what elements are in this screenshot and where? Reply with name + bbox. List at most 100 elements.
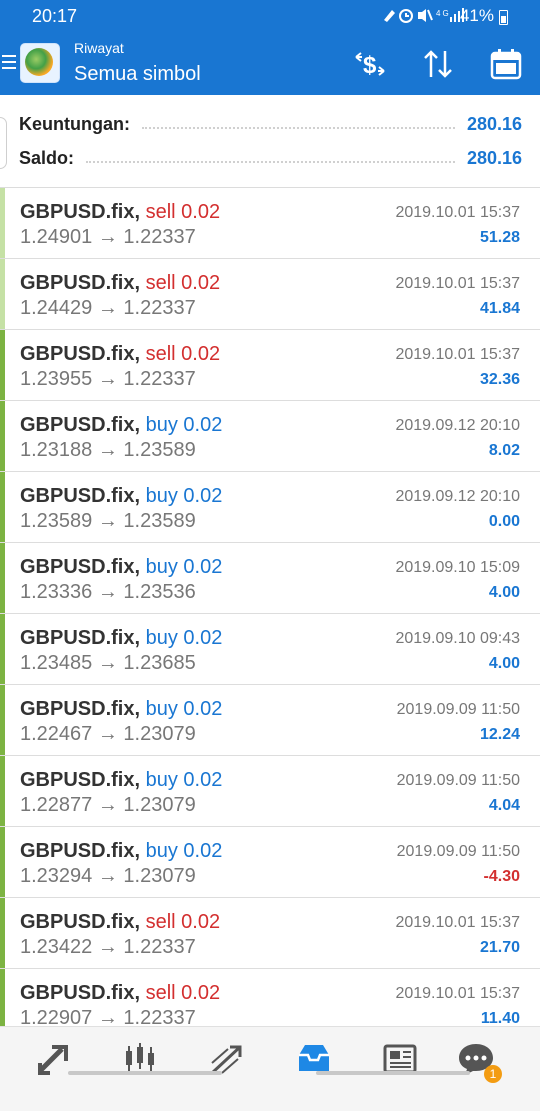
trade-row[interactable]: GBPUSD.fix, buy 0.02 1.22467 → 1.23079 201… bbox=[0, 685, 540, 756]
trade-profit: 51.28 bbox=[479, 229, 520, 246]
trade-symbol-line: GBPUSD.fix, sell 0.02 bbox=[20, 982, 220, 1005]
trade-row[interactable]: GBPUSD.fix, buy 0.02 1.23336 → 1.23536 201… bbox=[0, 543, 540, 614]
trade-profit: 4.04 bbox=[488, 797, 520, 814]
open-price: 1.23422 bbox=[20, 936, 93, 958]
trade-symbol-line: GBPUSD.fix, buy 0.02 bbox=[20, 840, 222, 863]
trade-type-lot: buy 0.02 bbox=[145, 485, 223, 507]
close-price: 1.23079 bbox=[123, 723, 196, 745]
open-price: 1.23485 bbox=[20, 652, 93, 674]
summary-panel: Keuntungan: 280.16 Saldo: 280.16 bbox=[0, 95, 540, 188]
trade-symbol: GBPUSD.fix, bbox=[20, 556, 141, 578]
close-price: 1.23079 bbox=[123, 865, 196, 887]
trade-date: 2019.09.10 15:09 bbox=[395, 559, 520, 576]
trade-date: 2019.10.01 15:37 bbox=[395, 275, 520, 292]
gesture-bar-right bbox=[316, 1071, 470, 1075]
trade-profit: 12.24 bbox=[479, 726, 520, 743]
trade-type-lot: buy 0.02 bbox=[145, 840, 223, 862]
trade-edge-marker bbox=[0, 898, 5, 968]
trade-profit: 4.00 bbox=[488, 655, 520, 672]
gesture-bar-left bbox=[68, 1071, 222, 1075]
trade-symbol: GBPUSD.fix, bbox=[20, 627, 141, 649]
trade-edge-marker bbox=[0, 614, 5, 684]
open-price: 1.23336 bbox=[20, 581, 93, 603]
close-price: 1.23589 bbox=[123, 510, 196, 532]
trade-edge-marker bbox=[0, 756, 5, 826]
trade-symbol: GBPUSD.fix, bbox=[20, 698, 141, 720]
trade-row[interactable]: GBPUSD.fix, buy 0.02 1.23589 → 1.23589 201… bbox=[0, 472, 540, 543]
arrow-right-icon: → bbox=[97, 865, 118, 887]
trade-symbol-line: GBPUSD.fix, sell 0.02 bbox=[20, 201, 220, 224]
menu-icon[interactable] bbox=[2, 55, 16, 69]
arrow-right-icon: → bbox=[97, 226, 118, 248]
trade-symbol-line: GBPUSD.fix, sell 0.02 bbox=[20, 343, 220, 366]
trade-row[interactable]: GBPUSD.fix, sell 0.02 1.23955 → 1.22337 20… bbox=[0, 330, 540, 401]
balance-value: 280.16 bbox=[466, 147, 522, 168]
calendar-icon[interactable] bbox=[486, 47, 526, 81]
trade-type-lot: buy 0.02 bbox=[145, 627, 223, 649]
trade-row[interactable]: GBPUSD.fix, buy 0.02 1.22877 → 1.23079 201… bbox=[0, 756, 540, 827]
close-price: 1.22337 bbox=[123, 226, 196, 248]
messages-badge: 1 bbox=[484, 1065, 502, 1083]
trade-symbol: GBPUSD.fix, bbox=[20, 343, 141, 365]
trade-date: 2019.10.01 15:37 bbox=[395, 985, 520, 1002]
trade-type-lot: sell 0.02 bbox=[145, 201, 221, 223]
close-price: 1.23685 bbox=[123, 652, 196, 674]
sort-icon[interactable] bbox=[418, 47, 458, 81]
open-price: 1.22877 bbox=[20, 794, 93, 816]
trade-edge-marker bbox=[0, 827, 5, 897]
trade-list: GBPUSD.fix, sell 0.02 1.24901 → 1.22337 20… bbox=[0, 188, 540, 1040]
arrow-right-icon: → bbox=[97, 297, 118, 319]
trade-profit: 0.00 bbox=[488, 513, 520, 530]
open-price: 1.23589 bbox=[20, 510, 93, 532]
trade-symbol-line: GBPUSD.fix, buy 0.02 bbox=[20, 414, 222, 437]
trade-row[interactable]: GBPUSD.fix, sell 0.02 1.24901 → 1.22337 20… bbox=[0, 188, 540, 259]
battery-icon bbox=[499, 10, 508, 25]
currency-filter-icon[interactable]: $ bbox=[350, 47, 390, 81]
trade-row[interactable]: GBPUSD.fix, buy 0.02 1.23188 → 1.23589 201… bbox=[0, 401, 540, 472]
trade-edge-marker bbox=[0, 543, 5, 613]
close-price: 1.23536 bbox=[123, 581, 196, 603]
trade-row[interactable]: GBPUSD.fix, buy 0.02 1.23485 → 1.23685 201… bbox=[0, 614, 540, 685]
trade-date: 2019.09.09 11:50 bbox=[396, 843, 520, 860]
trade-date: 2019.09.12 20:10 bbox=[395, 488, 520, 505]
close-price: 1.23079 bbox=[123, 794, 196, 816]
dotted-leader bbox=[141, 127, 455, 129]
profit-label: Keuntungan: bbox=[19, 113, 130, 134]
trade-profit: 21.70 bbox=[479, 939, 520, 956]
trade-type-lot: sell 0.02 bbox=[145, 911, 221, 933]
trade-symbol-line: GBPUSD.fix, buy 0.02 bbox=[20, 556, 222, 579]
trade-prices: 1.23955 → 1.22337 bbox=[20, 368, 196, 391]
header-title[interactable]: Semua simbol bbox=[74, 63, 201, 86]
trade-type-lot: sell 0.02 bbox=[145, 982, 221, 1004]
trade-type-lot: sell 0.02 bbox=[145, 272, 221, 294]
open-price: 1.23294 bbox=[20, 865, 93, 887]
open-price: 1.24429 bbox=[20, 297, 93, 319]
arrow-right-icon: → bbox=[97, 368, 118, 390]
svg-text:4G: 4G bbox=[436, 9, 451, 18]
trade-profit: 4.00 bbox=[488, 584, 520, 601]
trade-edge-marker bbox=[0, 259, 5, 329]
trade-row[interactable]: GBPUSD.fix, sell 0.02 1.23422 → 1.22337 20… bbox=[0, 898, 540, 969]
trade-date: 2019.09.10 09:43 bbox=[395, 630, 520, 647]
trade-row[interactable]: GBPUSD.fix, sell 0.02 1.24429 → 1.22337 20… bbox=[0, 259, 540, 330]
bottom-navigation: 1 bbox=[0, 1026, 540, 1111]
profit-row: Keuntungan: 280.16 bbox=[19, 109, 522, 139]
trade-date: 2019.09.09 11:50 bbox=[396, 701, 520, 718]
trade-symbol-line: GBPUSD.fix, buy 0.02 bbox=[20, 769, 222, 792]
status-icons: 4G bbox=[382, 7, 472, 26]
trade-profit: 41.84 bbox=[479, 300, 520, 317]
trade-edge-marker bbox=[0, 188, 5, 258]
trade-edge-marker bbox=[0, 472, 5, 542]
trade-symbol: GBPUSD.fix, bbox=[20, 982, 141, 1004]
trade-symbol: GBPUSD.fix, bbox=[20, 414, 141, 436]
trade-symbol: GBPUSD.fix, bbox=[20, 911, 141, 933]
trade-profit: 8.02 bbox=[488, 442, 520, 459]
profit-value: 280.16 bbox=[466, 113, 522, 134]
trade-symbol-line: GBPUSD.fix, buy 0.02 bbox=[20, 627, 222, 650]
trade-date: 2019.10.01 15:37 bbox=[395, 914, 520, 931]
close-price: 1.22337 bbox=[123, 297, 196, 319]
arrow-right-icon: → bbox=[97, 794, 118, 816]
trade-row[interactable]: GBPUSD.fix, buy 0.02 1.23294 → 1.23079 201… bbox=[0, 827, 540, 898]
trade-prices: 1.23589 → 1.23589 bbox=[20, 510, 196, 533]
arrow-right-icon: → bbox=[97, 439, 118, 461]
